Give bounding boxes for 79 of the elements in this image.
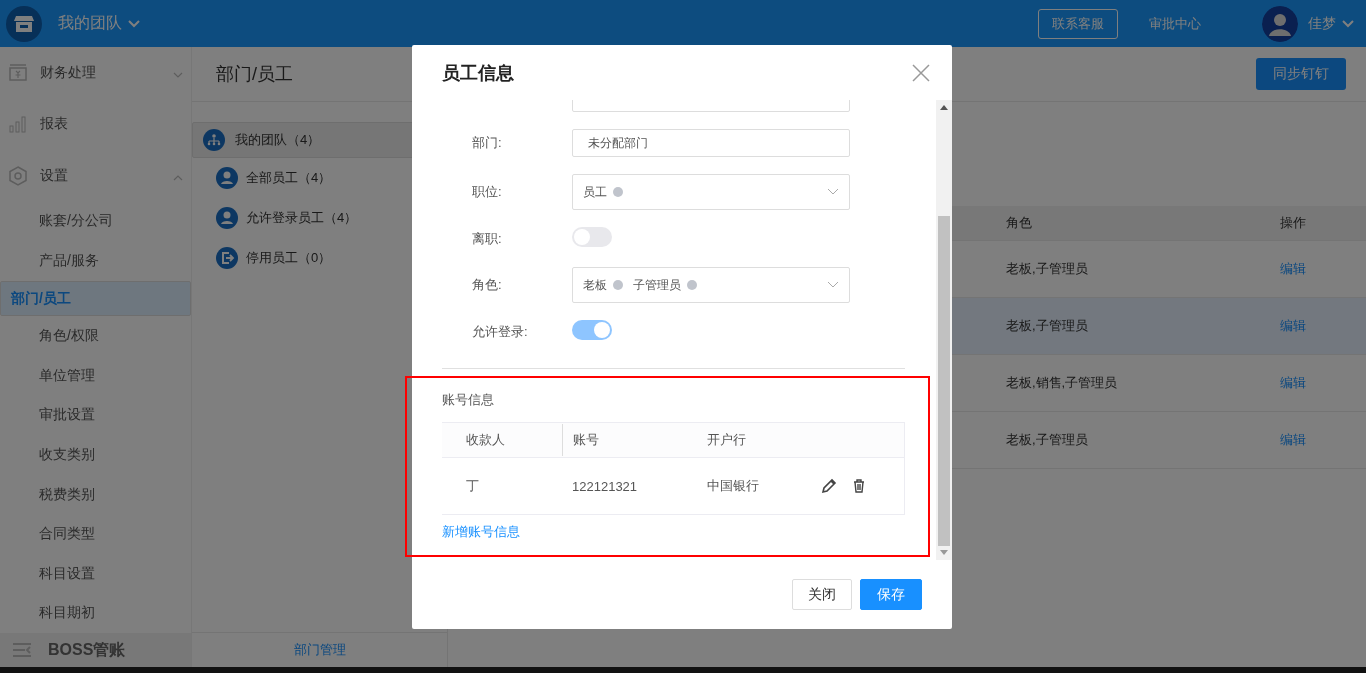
edit-link[interactable]: 编辑 [1280, 431, 1366, 449]
table-cell-text: 老板,子管理员 [1006, 431, 1089, 449]
section-title: 账号信息 [442, 391, 495, 409]
field-label: 职位: [472, 183, 503, 201]
sync-button[interactable]: 同步钉钉 [1256, 58, 1346, 90]
sidebar-subitem[interactable]: 账套/分公司 [0, 201, 191, 242]
menu-icon[interactable] [12, 642, 32, 659]
sidebar-item[interactable]: 设置 [0, 150, 191, 202]
table-cell-text: 122121321 [571, 478, 639, 494]
settings-icon [8, 165, 28, 186]
toggle-switch[interactable] [572, 320, 612, 340]
sidebar-subitem[interactable]: 角色/权限 [0, 316, 191, 356]
scroll-down-icon[interactable] [940, 550, 948, 556]
brand-name: BOSS管账 [48, 639, 126, 660]
chevron-icon [173, 71, 183, 78]
add-account-link[interactable]: 新增账号信息 [442, 523, 520, 541]
column-header: 角色 [1006, 214, 1033, 232]
user-icon [216, 207, 238, 229]
select-field[interactable]: 老板 子管理员 [572, 267, 850, 303]
department-field[interactable]: 未分配部门 [572, 129, 850, 157]
tag: 员工 [583, 183, 623, 201]
scrollbar[interactable] [936, 100, 952, 560]
column-header: 收款人 [465, 431, 506, 449]
sidebar-item[interactable]: 财务处理 [0, 47, 191, 99]
table-cell-text: 中国银行 [706, 477, 760, 495]
field-label: 部门: [472, 134, 503, 152]
sidebar-item[interactable]: 报表 [0, 98, 191, 150]
field-label: 允许登录: [472, 322, 529, 341]
store-icon [6, 5, 42, 42]
close-icon[interactable] [912, 63, 930, 82]
tag: 子管理员 [633, 276, 697, 294]
tree-item[interactable]: 全部员工（4） [192, 158, 447, 198]
select-field[interactable]: 员工 [572, 174, 850, 210]
sidebar-subitem[interactable]: 合同类型 [0, 514, 191, 555]
chevron-icon [173, 174, 183, 181]
team-switcher[interactable]: 我的团队 [58, 13, 140, 34]
approval-link[interactable]: 审批中心 [1138, 8, 1212, 39]
sidebar-subitem[interactable]: 科目设置 [0, 554, 191, 594]
field-label: 角色: [472, 276, 503, 294]
edit-link[interactable]: 编辑 [1280, 260, 1366, 278]
exit-icon [216, 247, 238, 269]
dialog-title: 员工信息 [442, 61, 514, 85]
sidebar-subitem[interactable]: 部门/员工 [0, 280, 191, 317]
pencil-icon[interactable] [821, 478, 837, 494]
user-menu[interactable]: 佳梦 [1308, 14, 1354, 33]
caret-icon [827, 188, 839, 196]
table-cell-text: 老板,销售,子管理员 [1006, 374, 1119, 392]
avatar-icon[interactable] [1262, 5, 1298, 42]
table-cell-text: 老板,子管理员 [1006, 317, 1089, 335]
field-label: 离职: [472, 229, 503, 248]
user-icon [216, 167, 238, 189]
close-button[interactable]: 关闭 [792, 579, 852, 610]
cash-register-icon [8, 62, 28, 83]
table-cell-text: 丁 [465, 477, 480, 495]
caret-icon [827, 281, 839, 289]
chevron-icon [1342, 19, 1354, 28]
tree-item[interactable]: 停用员工（0） [192, 238, 447, 278]
page-title: 部门/员工 [216, 63, 293, 86]
save-button[interactable]: 保存 [860, 579, 922, 610]
org-chart-icon [203, 129, 225, 151]
chevron-icon [128, 19, 140, 28]
tag: 老板 [583, 276, 623, 294]
tree-item[interactable]: 允许登录员工（4） [192, 198, 447, 238]
sidebar-subitem[interactable]: 单位管理 [0, 356, 191, 396]
edit-link[interactable]: 编辑 [1280, 374, 1366, 392]
column-header: 账号 [562, 424, 683, 456]
bar-chart-icon [8, 114, 28, 135]
edit-link[interactable]: 编辑 [1280, 317, 1366, 335]
column-header: 操作 [1280, 214, 1307, 232]
support-button[interactable]: 联系客服 [1038, 8, 1118, 39]
table-cell-text: 老板,子管理员 [1006, 260, 1089, 278]
scroll-up-icon[interactable] [940, 104, 948, 110]
sidebar-subitem[interactable]: 科目期初 [0, 593, 191, 634]
sidebar-subitem[interactable]: 审批设置 [0, 395, 191, 436]
trash-icon[interactable] [851, 478, 867, 494]
sidebar-subitem[interactable]: 收支类别 [0, 435, 191, 475]
sidebar-subitem[interactable]: 税费类别 [0, 474, 191, 515]
column-header: 开户行 [706, 431, 747, 449]
sidebar-subitem[interactable]: 产品/服务 [0, 241, 191, 281]
